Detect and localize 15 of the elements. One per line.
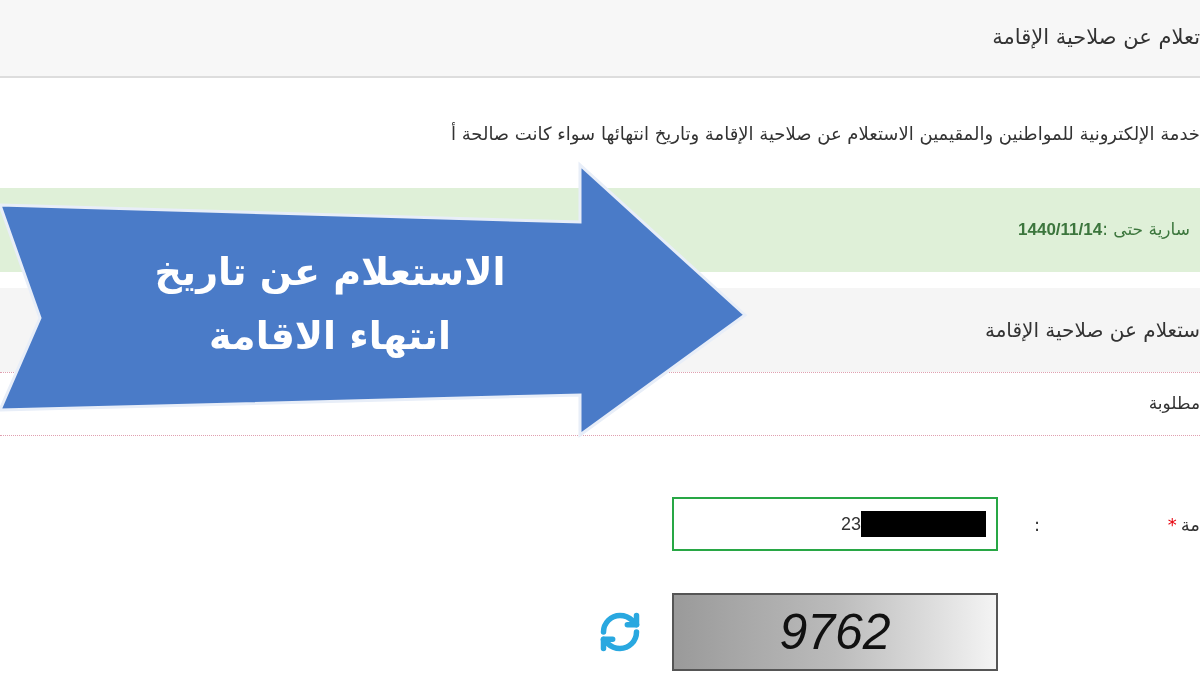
callout-text: الاستعلام عن تاريخ [154, 249, 506, 297]
required-mark: * [1167, 512, 1177, 537]
residence-number-field[interactable]: 23 [672, 497, 998, 551]
required-note: مطلوبة [1148, 392, 1200, 416]
field-label: مة [1180, 512, 1200, 537]
description-text: خدمة الإلكترونية للمواطنين والمقيمين الاستعلام عن صلاحية الإقامة وتاريخ انتهائها سواء كانت صالحة أ [450, 121, 1200, 147]
page-title: تعلام عن صلاحية الإقامة [992, 24, 1200, 52]
section-title: ستعلام عن صلاحية الإقامة [984, 317, 1200, 344]
colon-text: : [1032, 512, 1040, 537]
captcha-text: 9762 [779, 602, 891, 662]
callout-text: انتهاء الاقامة [209, 313, 451, 360]
alert-date: 1440/11/14 [1018, 219, 1103, 242]
field-value: 23 [840, 512, 861, 536]
alert-label: سارية حتى : [1102, 218, 1190, 242]
refresh-icon[interactable] [598, 610, 642, 654]
